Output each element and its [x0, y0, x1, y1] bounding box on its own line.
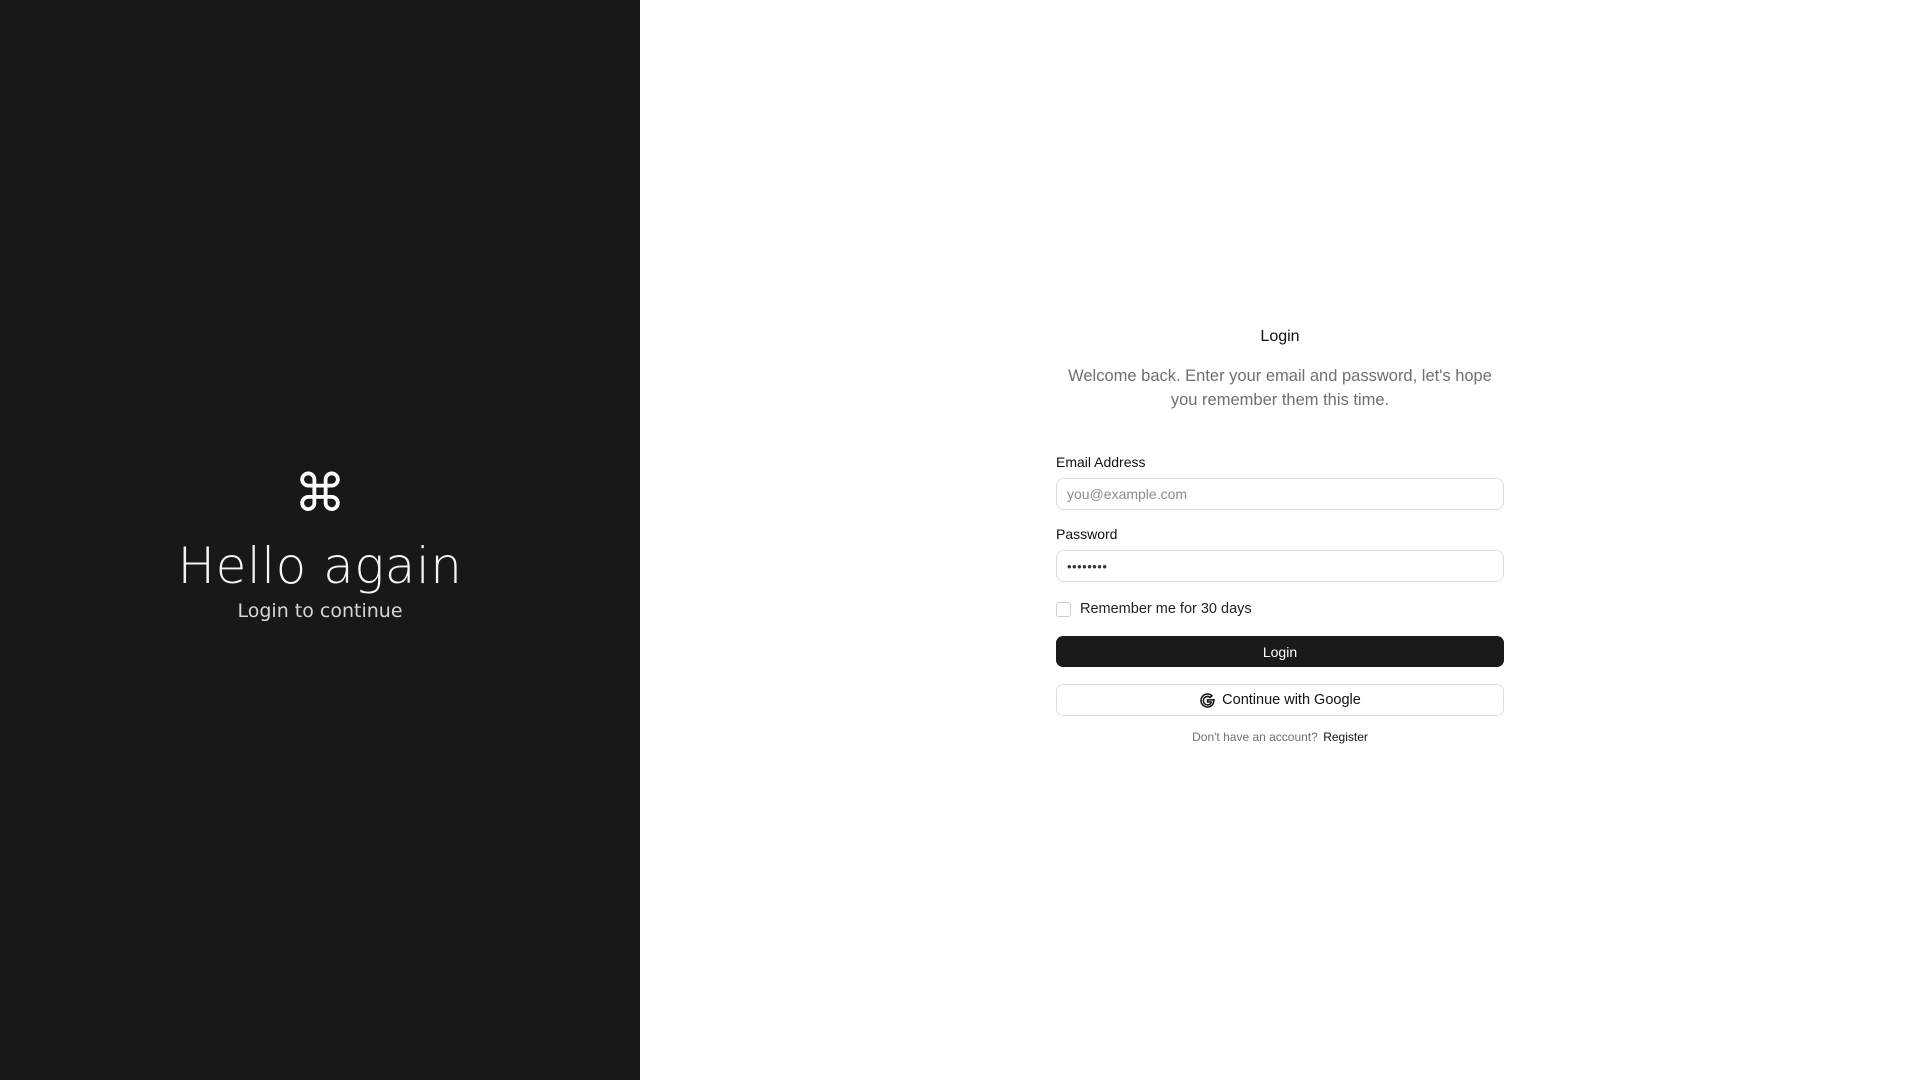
form-description: Welcome back. Enter your email and passw…	[1068, 367, 1492, 409]
remember-me-label[interactable]: Remember me for 30 days	[1080, 601, 1252, 617]
hero-title: Hello again	[177, 537, 463, 595]
register-prompt-text: Don't have an account?	[1192, 730, 1318, 744]
remember-me-row: Remember me for 30 days	[1056, 599, 1504, 619]
login-page: ⌘ Hello again Login to continue Login We…	[0, 0, 1920, 1080]
remember-me-checkbox[interactable]	[1056, 601, 1071, 617]
hero-panel: ⌘ Hello again Login to continue	[0, 0, 640, 1080]
password-label: Password	[1056, 526, 1118, 542]
google-login-button[interactable]: Continue with Google	[1056, 684, 1504, 716]
email-field[interactable]	[1056, 478, 1504, 510]
login-form: Login Welcome back. Enter your email and…	[1056, 328, 1504, 744]
register-link[interactable]: Register	[1323, 730, 1368, 744]
command-key-icon: ⌘	[294, 464, 346, 524]
register-prompt: Don't have an account? Register	[1056, 730, 1504, 744]
login-button[interactable]: Login	[1056, 636, 1504, 667]
google-icon	[1199, 692, 1216, 709]
email-label: Email Address	[1056, 454, 1146, 470]
password-field[interactable]	[1056, 550, 1504, 582]
hero-content: ⌘ Hello again Login to continue	[178, 468, 463, 622]
form-panel: Login Welcome back. Enter your email and…	[640, 0, 1920, 1080]
form-title: Login	[1260, 328, 1300, 345]
hero-subtitle: Login to continue	[237, 600, 403, 622]
google-button-label: Continue with Google	[1222, 692, 1361, 708]
